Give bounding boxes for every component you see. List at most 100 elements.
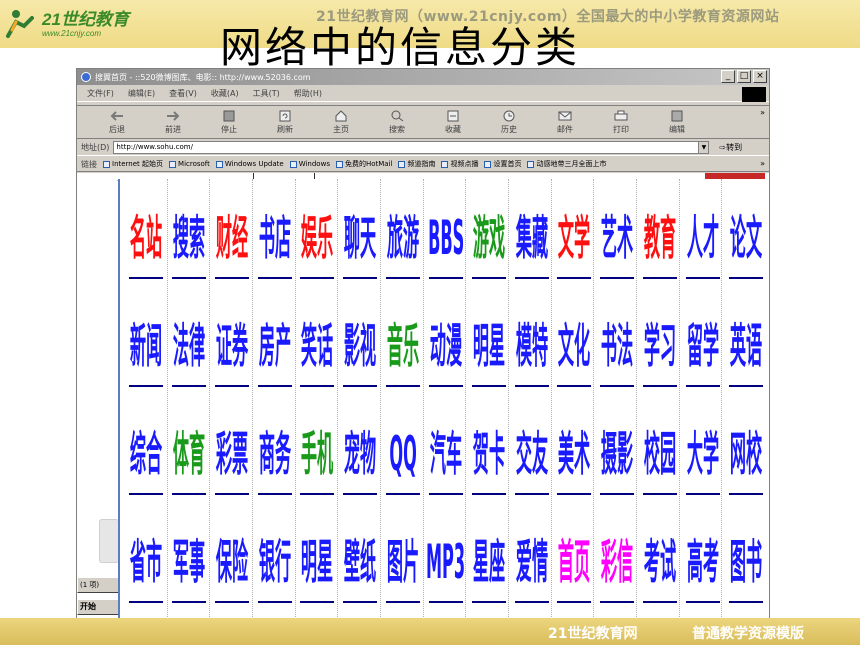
category-link[interactable]: 体育 <box>169 397 209 497</box>
category-label: 艺术 <box>601 212 634 267</box>
category-link[interactable]: 保险 <box>212 505 252 605</box>
search-button[interactable]: 搜索 <box>369 110 425 135</box>
category-link[interactable]: 网校 <box>726 397 766 497</box>
category-link[interactable]: 法律 <box>169 289 209 389</box>
link-microsoft[interactable]: Microsoft <box>169 160 210 168</box>
category-link[interactable]: 文学 <box>554 181 594 281</box>
category-link[interactable]: 英语 <box>726 289 766 389</box>
back-button[interactable]: 后退 <box>89 110 145 135</box>
link-hotmail[interactable]: 免费的HotMail <box>335 159 392 169</box>
category-link[interactable]: 教育 <box>640 181 680 281</box>
history-button[interactable]: 历史 <box>481 110 537 135</box>
go-button[interactable]: ⇨转到 <box>719 142 742 153</box>
category-link[interactable]: 留学 <box>683 289 723 389</box>
maximize-button[interactable]: □ <box>737 70 751 83</box>
category-link[interactable]: 摄影 <box>597 397 637 497</box>
address-dropdown-icon[interactable]: ▼ <box>698 142 709 153</box>
category-link[interactable]: 书法 <box>597 289 637 389</box>
edit-button[interactable]: 编辑 <box>649 110 705 135</box>
mail-button[interactable]: 邮件 <box>537 110 593 135</box>
category-link[interactable]: 名站 <box>126 181 166 281</box>
category-link[interactable]: 军事 <box>169 505 209 605</box>
toolbar-overflow-icon[interactable]: » <box>760 108 765 117</box>
category-link[interactable]: 交友 <box>512 397 552 497</box>
link-windows-update[interactable]: Windows Update <box>215 160 284 168</box>
minimize-button[interactable]: _ <box>721 70 735 83</box>
column-separator <box>252 179 253 619</box>
category-link[interactable]: 房产 <box>255 289 295 389</box>
category-link[interactable]: 美术 <box>554 397 594 497</box>
category-link[interactable]: 动漫 <box>426 289 466 389</box>
forward-button[interactable]: 前进 <box>145 110 201 135</box>
category-link[interactable]: 图片 <box>383 505 423 605</box>
category-link[interactable]: QQ <box>383 397 423 497</box>
category-link[interactable]: 宠物 <box>340 397 380 497</box>
address-input[interactable]: http://www.sohu.com/ ▼ <box>113 141 710 154</box>
category-link[interactable]: 彩票 <box>212 397 252 497</box>
home-button[interactable]: 主页 <box>313 109 369 135</box>
favorites-button[interactable]: 收藏 <box>425 110 481 135</box>
start-button[interactable]: 开始 <box>77 599 119 615</box>
category-link[interactable]: 汽车 <box>426 397 466 497</box>
category-link[interactable]: 爱情 <box>512 505 552 605</box>
category-link[interactable]: 模特 <box>512 289 552 389</box>
link-channel-guide[interactable]: 频道指南 <box>398 159 435 169</box>
menu-file[interactable]: 文件(F) <box>87 88 114 99</box>
category-link[interactable]: 笑话 <box>297 289 337 389</box>
category-link[interactable]: 游戏 <box>469 181 509 281</box>
menu-help[interactable]: 帮助(H) <box>294 88 322 99</box>
link-video[interactable]: 视频点播 <box>441 159 478 169</box>
category-link[interactable]: 艺术 <box>597 181 637 281</box>
category-link[interactable]: 商务 <box>255 397 295 497</box>
category-link[interactable]: 证券 <box>212 289 252 389</box>
category-link[interactable]: 旅游 <box>383 181 423 281</box>
category-link[interactable]: 彩信 <box>597 505 637 605</box>
category-link[interactable]: 新闻 <box>126 289 166 389</box>
category-label: MP3 <box>426 536 466 591</box>
category-link[interactable]: 考试 <box>640 505 680 605</box>
category-link[interactable]: 壁纸 <box>340 505 380 605</box>
close-button[interactable]: × <box>753 70 767 83</box>
category-link[interactable]: 财经 <box>212 181 252 281</box>
category-link[interactable]: BBS <box>426 181 466 281</box>
category-link[interactable]: 校园 <box>640 397 680 497</box>
category-link[interactable]: 高考 <box>683 505 723 605</box>
links-overflow-icon[interactable]: » <box>760 159 765 168</box>
link-set-homepage[interactable]: 设置首页 <box>484 159 521 169</box>
category-link[interactable]: 综合 <box>126 397 166 497</box>
refresh-button[interactable]: 刷新 <box>257 110 313 135</box>
category-link[interactable]: 集藏 <box>512 181 552 281</box>
category-link[interactable]: 学习 <box>640 289 680 389</box>
menu-edit[interactable]: 编辑(E) <box>128 88 155 99</box>
menu-view[interactable]: 查看(V) <box>169 88 197 99</box>
category-link[interactable]: 省市 <box>126 505 166 605</box>
category-link[interactable]: 人才 <box>683 181 723 281</box>
category-link[interactable]: 聊天 <box>340 181 380 281</box>
category-link[interactable]: 银行 <box>255 505 295 605</box>
category-link[interactable]: 贺卡 <box>469 397 509 497</box>
category-link[interactable]: MP3 <box>426 505 466 605</box>
category-link[interactable]: 书店 <box>255 181 295 281</box>
taskbar-item[interactable]: (1 项) <box>77 577 119 593</box>
stop-button[interactable]: 停止 <box>201 110 257 135</box>
link-windows[interactable]: Windows <box>289 160 330 168</box>
category-link[interactable]: 搜索 <box>169 181 209 281</box>
category-link[interactable]: 音乐 <box>383 289 423 389</box>
category-link[interactable]: 娱乐 <box>297 181 337 281</box>
category-link[interactable]: 论文 <box>726 181 766 281</box>
category-link[interactable]: 星座 <box>469 505 509 605</box>
menu-favorites[interactable]: 收藏(A) <box>211 88 239 99</box>
category-link[interactable]: 首页 <box>554 505 594 605</box>
category-link[interactable]: 明星 <box>469 289 509 389</box>
menu-tools[interactable]: 工具(T) <box>253 88 280 99</box>
category-link[interactable]: 图书 <box>726 505 766 605</box>
category-link[interactable]: 文化 <box>554 289 594 389</box>
print-button[interactable]: 打印 <box>593 110 649 135</box>
category-link[interactable]: 影视 <box>340 289 380 389</box>
category-label: 手机 <box>301 428 334 483</box>
category-link[interactable]: 手机 <box>297 397 337 497</box>
link-dongganzone[interactable]: 动感地带三月全面上市 <box>527 159 606 169</box>
link-internet-start[interactable]: Internet 起始页 <box>103 159 163 169</box>
category-link[interactable]: 大学 <box>683 397 723 497</box>
category-link[interactable]: 明星 <box>297 505 337 605</box>
